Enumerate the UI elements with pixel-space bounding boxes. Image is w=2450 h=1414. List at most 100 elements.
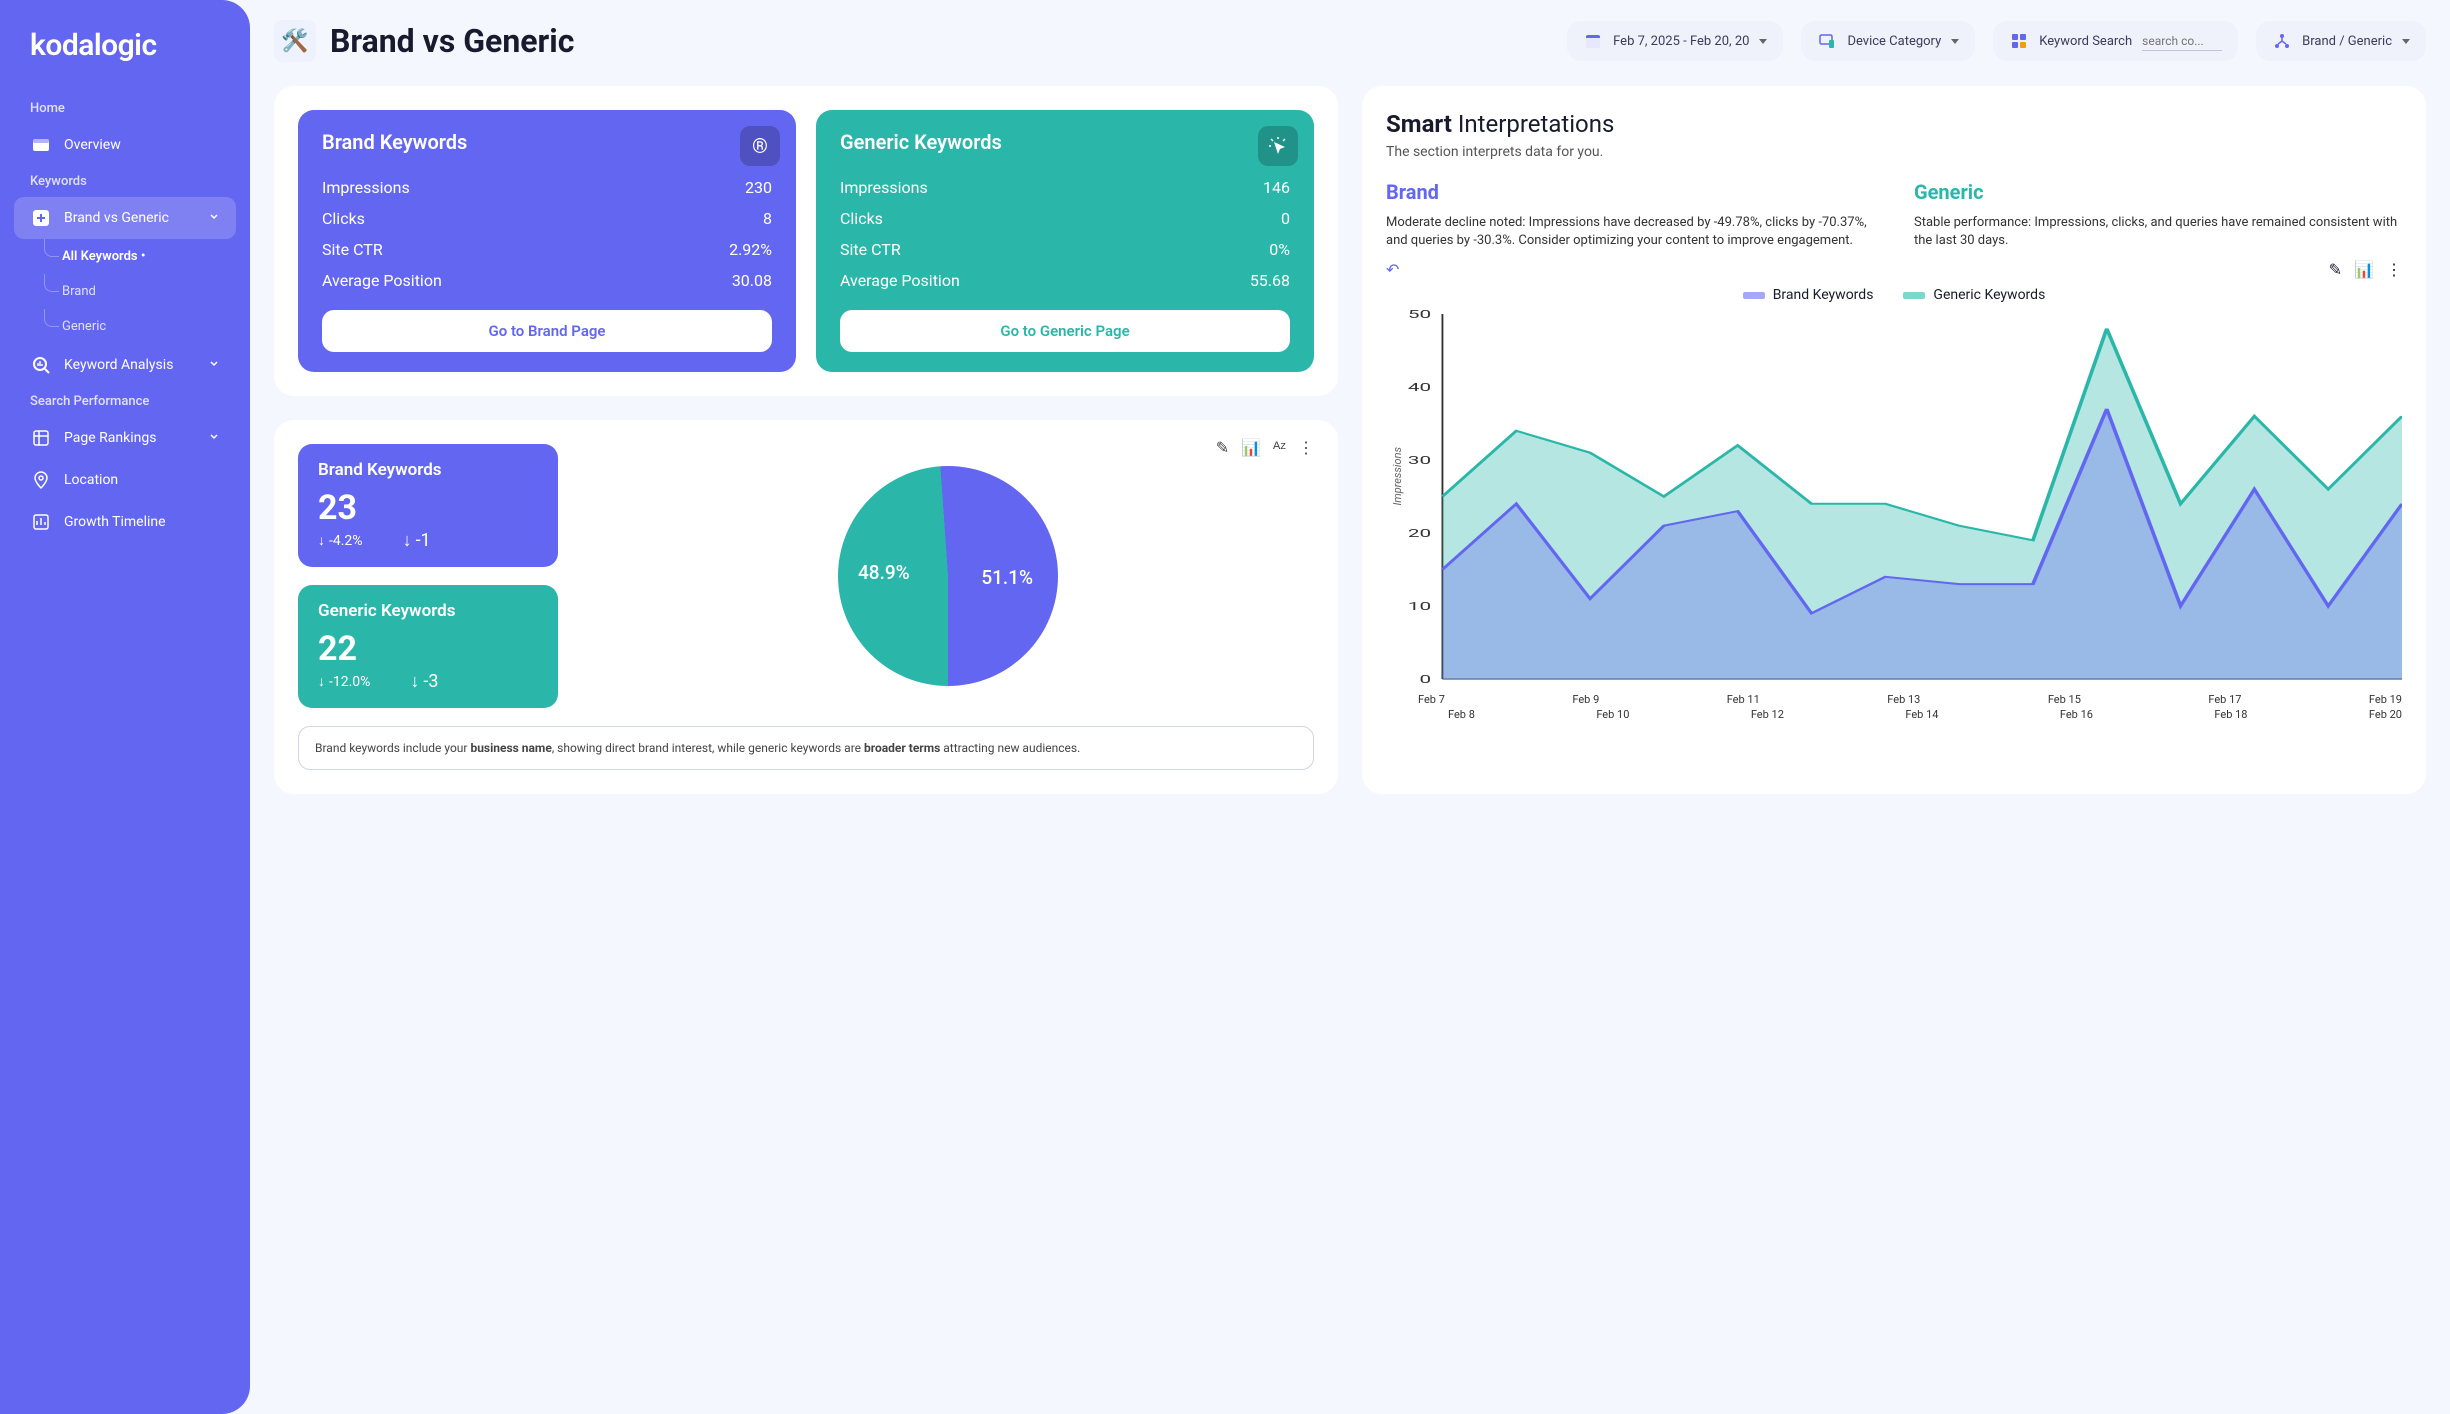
chart-type-icon[interactable]: 📊	[1241, 438, 1261, 458]
label: Clicks	[840, 209, 883, 228]
sidebar: kodalogic Home Overview Keywords Brand v…	[0, 0, 250, 1414]
device-category-filter[interactable]: Device Category	[1801, 21, 1975, 61]
svg-text:20: 20	[1408, 528, 1431, 541]
mini-generic-title: Generic Keywords	[318, 601, 538, 621]
generic-abs-delta: ↓-3	[410, 671, 438, 692]
keyword-search-filter[interactable]: Keyword Search	[1993, 21, 2238, 61]
mini-brand-title: Brand Keywords	[318, 460, 538, 480]
chevron-down-icon	[208, 357, 220, 373]
brand-logo: kodalogic	[14, 28, 236, 93]
grid-icon	[30, 427, 52, 449]
edit-icon[interactable]: ✎	[1216, 438, 1229, 458]
edit-icon[interactable]: ✎	[2329, 260, 2342, 279]
plus-icon	[30, 207, 52, 229]
generic-keywords-card: Generic Keywords Impressions146 Clicks0 …	[816, 110, 1314, 372]
nav-pr-label: Page Rankings	[64, 430, 156, 446]
more-icon[interactable]: ⋮	[2386, 260, 2402, 279]
smart-generic-text: Stable performance: Impressions, clicks,…	[1914, 214, 2402, 250]
branch-icon	[2272, 31, 2292, 51]
brand-generic-label: Brand / Generic	[2302, 34, 2392, 49]
legend-generic: Generic Keywords	[1903, 287, 2045, 303]
topbar: 🛠️ Brand vs Generic Feb 7, 2025 - Feb 20…	[274, 20, 2426, 62]
device-icon	[1817, 31, 1837, 51]
smart-brand-text: Moderate decline noted: Impressions have…	[1386, 214, 1874, 250]
label: Average Position	[322, 271, 442, 290]
nav-overview-label: Overview	[64, 137, 121, 153]
nav-generic[interactable]: Generic	[34, 309, 236, 344]
grid-squares-icon	[2009, 31, 2029, 51]
smart-title: Smart Interpretations	[1386, 110, 2402, 138]
svg-text:30: 30	[1408, 455, 1431, 468]
value: 146	[1263, 178, 1290, 197]
device-label: Device Category	[1847, 34, 1941, 49]
smart-generic-heading: Generic	[1914, 180, 2402, 204]
smart-subtitle: The section interprets data for you.	[1386, 144, 2402, 160]
pie-chart: 48.9% 51.1%	[838, 466, 1058, 686]
overview-icon	[30, 134, 52, 156]
keyword-split-panel: ✎ 📊 ᴬᶻ ⋮ Brand Keywords 23 ↓-4.2% ↓-1	[274, 420, 1338, 794]
brand-mini-card: Brand Keywords 23 ↓-4.2% ↓-1	[298, 444, 558, 567]
nav-brand-vs-generic[interactable]: Brand vs Generic	[14, 197, 236, 239]
smart-brand-heading: Brand	[1386, 180, 1874, 204]
nav-overview[interactable]: Overview	[14, 124, 236, 166]
chevron-down-icon	[208, 430, 220, 446]
chevron-down-icon	[2402, 39, 2410, 44]
mini-brand-value: 23	[318, 488, 538, 528]
svg-text:10: 10	[1408, 601, 1431, 614]
nav-ka-label: Keyword Analysis	[64, 357, 173, 373]
chart-icon	[30, 511, 52, 533]
pie-left-label: 48.9%	[858, 561, 910, 584]
svg-text:40: 40	[1408, 382, 1431, 395]
pie-right-label: 51.1%	[981, 566, 1033, 589]
click-icon	[1258, 126, 1298, 166]
search-analytics-icon	[30, 354, 52, 376]
value: 8	[763, 209, 772, 228]
go-to-brand-page-button[interactable]: Go to Brand Page	[322, 310, 772, 352]
sort-icon[interactable]: ᴬᶻ	[1273, 438, 1286, 458]
nav-page-rankings[interactable]: Page Rankings	[14, 417, 236, 459]
nav-location[interactable]: Location	[14, 459, 236, 501]
svg-text:0: 0	[1420, 674, 1432, 687]
keyword-search-label: Keyword Search	[2039, 34, 2132, 49]
nav-keyword-analysis[interactable]: Keyword Analysis	[14, 344, 236, 386]
label: Clicks	[322, 209, 365, 228]
value: 0	[1281, 209, 1290, 228]
x-axis-bottom: Feb 8Feb 10Feb 12Feb 14Feb 16Feb 18Feb 2…	[1386, 706, 2402, 721]
chevron-down-icon	[1759, 39, 1767, 44]
brand-generic-filter[interactable]: Brand / Generic	[2256, 21, 2426, 61]
nav-growth-timeline[interactable]: Growth Timeline	[14, 501, 236, 543]
label: Average Position	[840, 271, 960, 290]
nav-all-keywords[interactable]: All Keywords •	[34, 239, 236, 274]
chevron-down-icon	[1951, 39, 1959, 44]
main-content: 🛠️ Brand vs Generic Feb 7, 2025 - Feb 20…	[250, 0, 2450, 1414]
info-box: Brand keywords include your business nam…	[298, 726, 1314, 770]
undo-icon[interactable]: ↶	[1386, 260, 1399, 279]
label: Site CTR	[840, 240, 901, 259]
nav-sub-items: All Keywords • Brand Generic	[14, 239, 236, 344]
keyword-search-input[interactable]	[2142, 32, 2222, 51]
brand-card-title: Brand Keywords	[322, 130, 772, 154]
label: Impressions	[840, 178, 928, 197]
nav-brand[interactable]: Brand	[34, 274, 236, 309]
generic-pct-delta: ↓-12.0%	[318, 673, 370, 690]
chevron-down-icon	[208, 210, 220, 226]
nav-bvg-label: Brand vs Generic	[64, 210, 169, 226]
location-icon	[30, 469, 52, 491]
area-chart-svg: 01020304050	[1386, 309, 2402, 689]
brand-abs-delta: ↓-1	[403, 530, 431, 551]
label: Site CTR	[322, 240, 383, 259]
date-range-picker[interactable]: Feb 7, 2025 - Feb 20, 20	[1567, 21, 1783, 61]
smart-interpretations-panel: Smart Interpretations The section interp…	[1362, 86, 2426, 794]
date-range-text: Feb 7, 2025 - Feb 20, 20	[1613, 34, 1749, 49]
value: 55.68	[1250, 271, 1290, 290]
y-axis-label: Impressions	[1391, 447, 1404, 506]
value: 30.08	[732, 271, 772, 290]
calendar-icon	[1583, 31, 1603, 51]
nav-section-home: Home	[14, 93, 236, 124]
chart-type-icon[interactable]: 📊	[2354, 260, 2374, 279]
go-to-generic-page-button[interactable]: Go to Generic Page	[840, 310, 1290, 352]
page-title: Brand vs Generic	[330, 22, 574, 60]
more-icon[interactable]: ⋮	[1298, 438, 1314, 458]
impressions-chart: ↶ ✎ 📊 ⋮ Brand Keywords Generic Keywords …	[1386, 260, 2402, 721]
nav-loc-label: Location	[64, 472, 118, 488]
